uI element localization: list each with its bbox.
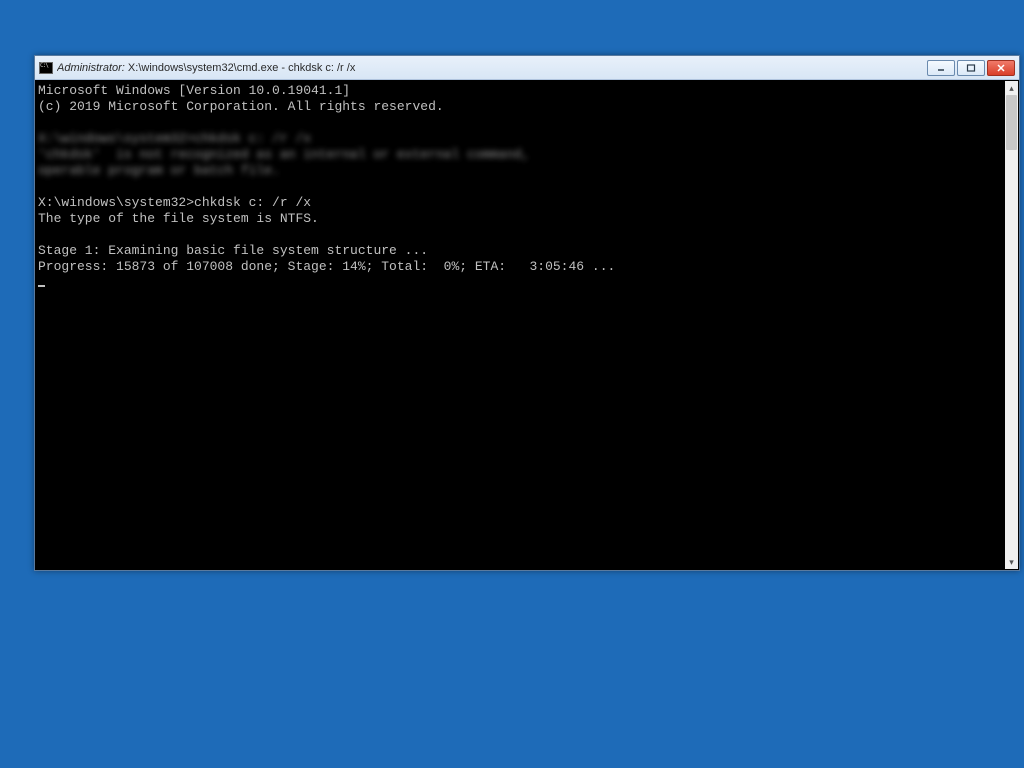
window-titlebar[interactable]: Administrator: X:\windows\system32\cmd.e…: [35, 56, 1019, 80]
window-controls: [927, 60, 1019, 76]
cmd-window: Administrator: X:\windows\system32\cmd.e…: [34, 55, 1020, 571]
vertical-scrollbar[interactable]: ▴ ▾: [1005, 81, 1018, 569]
blurred-text: 'chkdsk' is not recognized as an interna…: [38, 147, 529, 162]
scroll-up-arrow[interactable]: ▴: [1005, 81, 1018, 95]
minimize-button[interactable]: [927, 60, 955, 76]
copyright-line: (c) 2019 Microsoft Corporation. All righ…: [38, 99, 444, 114]
close-button[interactable]: [987, 60, 1015, 76]
progress-line: Progress: 15873 of 107008 done; Stage: 1…: [38, 259, 615, 274]
stage-line: Stage 1: Examining basic file system str…: [38, 243, 428, 258]
terminal-output[interactable]: Microsoft Windows [Version 10.0.19041.1]…: [36, 81, 1005, 569]
text-cursor: [38, 285, 45, 287]
scroll-thumb[interactable]: [1006, 95, 1017, 150]
blurred-text: operable program or batch file.: [38, 163, 280, 178]
window-title: Administrator: X:\windows\system32\cmd.e…: [57, 62, 927, 74]
blurred-text: X:\windows\system32>chkdsk c: /r /x: [38, 131, 311, 146]
version-line: Microsoft Windows [Version 10.0.19041.1]: [38, 83, 350, 98]
cmd-icon: [39, 62, 53, 74]
command-prompt: X:\windows\system32>chkdsk c: /r /x: [38, 195, 311, 210]
scroll-down-arrow[interactable]: ▾: [1005, 555, 1018, 569]
filesystem-type: The type of the file system is NTFS.: [38, 211, 319, 226]
maximize-button[interactable]: [957, 60, 985, 76]
scroll-track[interactable]: [1005, 95, 1018, 555]
